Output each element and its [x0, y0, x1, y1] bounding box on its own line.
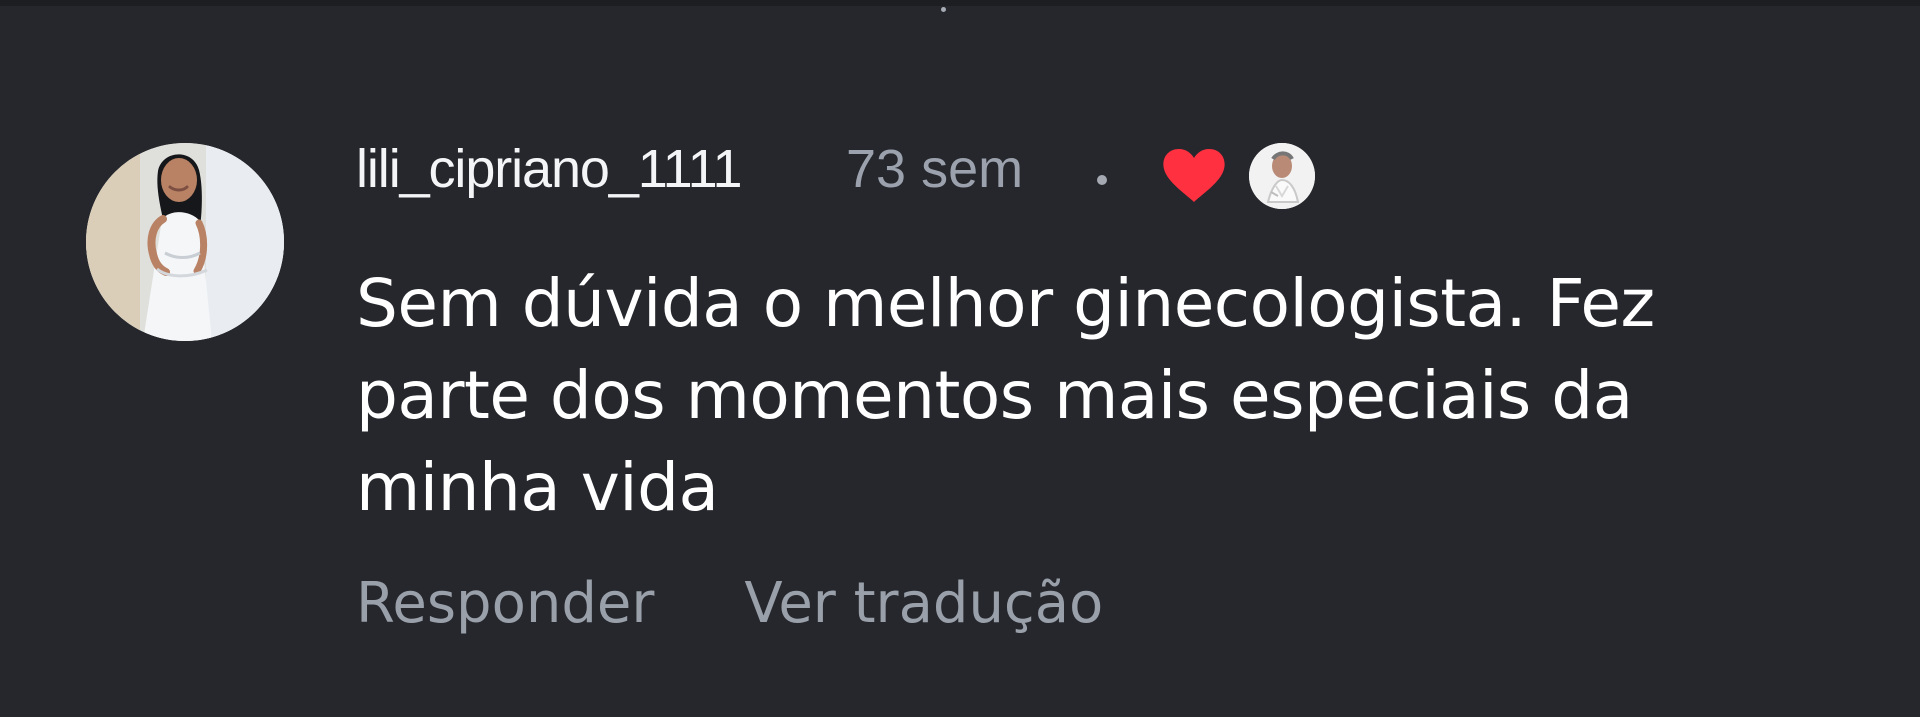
- heart-icon[interactable]: [1162, 147, 1226, 205]
- dot-icon: [1097, 175, 1107, 185]
- comment-username[interactable]: lili_cipriano_1111: [356, 136, 743, 202]
- comment-screen: lili_cipriano_1111 73 sem Sem dúvida o m…: [0, 0, 1920, 717]
- comment-body: Sem dúvida o melhor ginecologista. Fez p…: [356, 265, 1655, 526]
- comment-time: 73 sem: [846, 139, 1024, 199]
- translate-button[interactable]: Ver tradução: [744, 571, 1103, 636]
- comment-item: lili_cipriano_1111 73 sem Sem dúvida o m…: [0, 0, 1920, 717]
- liked-by-avatar[interactable]: [1249, 143, 1315, 209]
- reply-button[interactable]: Responder: [356, 571, 654, 636]
- comment-actions: Responder Ver tradução: [356, 566, 1103, 640]
- comment-author-avatar[interactable]: [86, 143, 284, 341]
